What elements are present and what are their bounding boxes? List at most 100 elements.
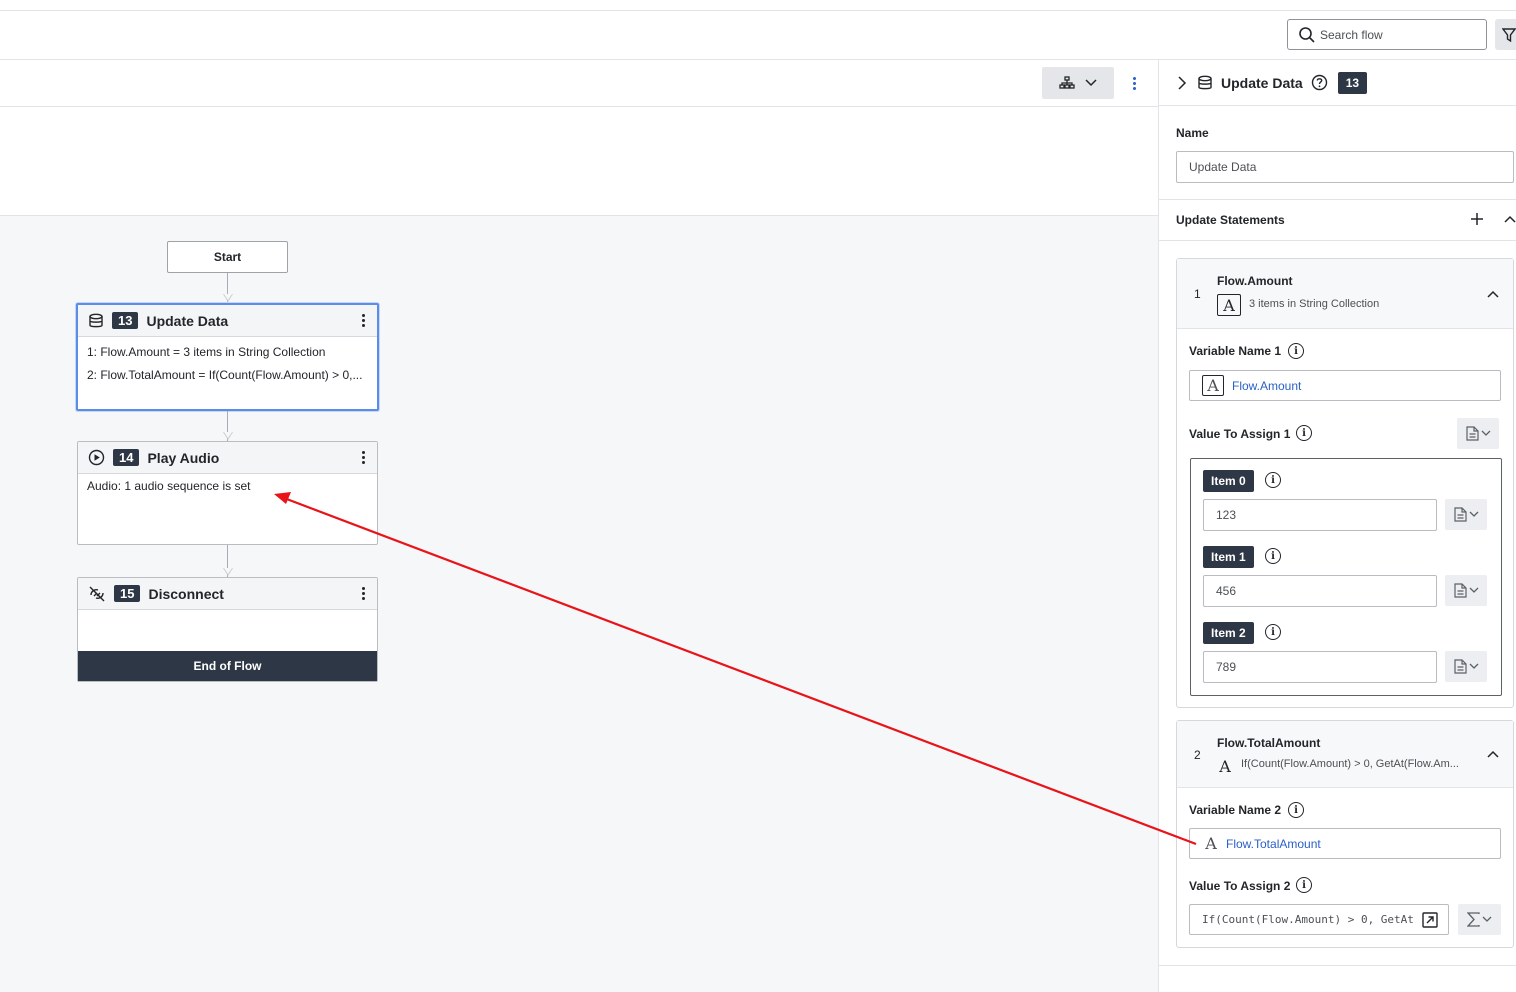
name-label: Name bbox=[1176, 126, 1209, 140]
layout-button[interactable] bbox=[1042, 67, 1114, 99]
node-menu-icon[interactable] bbox=[362, 314, 365, 327]
expression-value: If(Count(Flow.Amount) > 0, GetAt( bbox=[1202, 913, 1416, 926]
info-icon[interactable]: i bbox=[1288, 802, 1304, 818]
search-icon bbox=[1299, 26, 1315, 43]
panel-title: Update Data bbox=[1221, 74, 1303, 91]
statement-name: Flow.Amount bbox=[1217, 274, 1293, 288]
connector-arrow bbox=[223, 568, 233, 576]
node-number: 13 bbox=[112, 312, 139, 329]
document-icon bbox=[1453, 583, 1467, 598]
chevron-up-icon[interactable] bbox=[1487, 750, 1499, 758]
variable-name-label: Variable Name 2 bbox=[1189, 803, 1282, 817]
item-value-input[interactable]: 456 bbox=[1203, 575, 1437, 607]
string-type-icon: A bbox=[1202, 375, 1224, 396]
node-title: Play Audio bbox=[147, 449, 220, 466]
search-input[interactable]: Search flow bbox=[1287, 19, 1487, 50]
help-icon[interactable] bbox=[1311, 74, 1328, 91]
variable-name-input[interactable]: A Flow.TotalAmount bbox=[1189, 828, 1501, 859]
canvas-toolbar bbox=[0, 60, 1158, 107]
name-input[interactable]: Update Data bbox=[1176, 151, 1514, 183]
value-to-assign-label: Value To Assign 1 bbox=[1189, 427, 1291, 441]
divider bbox=[1159, 199, 1516, 200]
document-icon bbox=[1465, 426, 1479, 441]
node-title: Update Data bbox=[146, 312, 229, 329]
value-to-assign-label: Value To Assign 2 bbox=[1189, 879, 1291, 893]
panel-node-number: 13 bbox=[1337, 71, 1368, 94]
filter-icon bbox=[1502, 27, 1516, 42]
statement-header[interactable]: 2 Flow.TotalAmount A If(Count(Flow.Amoun… bbox=[1177, 721, 1513, 788]
item-value-input[interactable]: 123 bbox=[1203, 499, 1437, 531]
node-header: 13 Update Data bbox=[78, 305, 377, 337]
divider bbox=[1159, 965, 1516, 966]
info-icon[interactable]: i bbox=[1265, 624, 1281, 640]
node-detail-line: 2: Flow.TotalAmount = If(Count(Flow.Amou… bbox=[87, 368, 363, 382]
panel-header: Update Data 13 bbox=[1159, 60, 1516, 106]
variable-name-input[interactable]: A Flow.Amount bbox=[1189, 370, 1501, 401]
database-icon bbox=[1198, 75, 1212, 89]
statement-summary: If(Count(Flow.Amount) > 0, GetAt(Flow.Am… bbox=[1241, 758, 1459, 770]
chevron-down-icon bbox=[1482, 916, 1492, 922]
node-detail-line: 1: Flow.Amount = 3 items in String Colle… bbox=[87, 345, 326, 359]
expression-type-button[interactable] bbox=[1458, 904, 1501, 935]
collection-items-box: Item 0 i 123 Item 1 i 456 Item 2 i 789 bbox=[1190, 458, 1502, 696]
info-icon[interactable]: i bbox=[1296, 425, 1312, 441]
item-value-input[interactable]: 789 bbox=[1203, 651, 1437, 683]
chevron-down-icon bbox=[1469, 663, 1478, 669]
more-options-icon[interactable] bbox=[1127, 71, 1141, 95]
node-menu-icon[interactable] bbox=[362, 587, 365, 600]
update-statement-card: 2 Flow.TotalAmount A If(Count(Flow.Amoun… bbox=[1176, 720, 1514, 948]
search-bar: Search flow bbox=[0, 11, 1516, 60]
node-detail-line: Audio: 1 audio sequence is set bbox=[87, 479, 251, 493]
chevron-up-icon[interactable] bbox=[1504, 215, 1516, 223]
end-of-flow-label: End of Flow bbox=[193, 659, 262, 673]
info-icon[interactable]: i bbox=[1265, 548, 1281, 564]
item-value: 789 bbox=[1216, 660, 1237, 674]
sigma-icon bbox=[1467, 912, 1480, 927]
info-icon[interactable]: i bbox=[1296, 877, 1312, 893]
item-badge: Item 2 bbox=[1203, 622, 1254, 644]
item-badge: Item 1 bbox=[1203, 546, 1254, 568]
node-header: 14 Play Audio bbox=[78, 442, 377, 474]
item-type-button[interactable] bbox=[1445, 575, 1487, 606]
node-title: Disconnect bbox=[148, 585, 224, 602]
chevron-down-icon bbox=[1481, 430, 1490, 436]
statement-index: 2 bbox=[1194, 748, 1201, 762]
node-number: 15 bbox=[114, 585, 141, 602]
expand-editor-icon[interactable] bbox=[1422, 911, 1438, 928]
item-type-button[interactable] bbox=[1445, 651, 1487, 682]
item-type-button[interactable] bbox=[1445, 499, 1487, 530]
connector-arrow bbox=[223, 432, 233, 440]
filter-button[interactable] bbox=[1495, 19, 1516, 50]
node-menu-icon[interactable] bbox=[362, 451, 365, 464]
string-type-icon: A bbox=[1217, 294, 1241, 316]
statement-summary: 3 items in String Collection bbox=[1249, 298, 1380, 310]
variable-name-value: Flow.TotalAmount bbox=[1226, 836, 1321, 851]
chevron-up-icon[interactable] bbox=[1487, 290, 1499, 298]
start-node[interactable]: Start bbox=[167, 241, 288, 273]
start-label: Start bbox=[213, 250, 242, 264]
statement-header[interactable]: 1 Flow.Amount A 3 items in String Collec… bbox=[1177, 259, 1513, 329]
item-badge: Item 0 bbox=[1203, 470, 1254, 492]
update-statements-label: Update Statements bbox=[1176, 213, 1285, 227]
chevron-down-icon bbox=[1469, 587, 1478, 593]
chevron-down-icon bbox=[1469, 511, 1478, 517]
item-value: 456 bbox=[1216, 584, 1237, 598]
string-type-icon: A bbox=[1205, 834, 1217, 853]
hierarchy-icon bbox=[1059, 76, 1075, 89]
flow-node-disconnect[interactable]: 15 Disconnect End of Flow bbox=[77, 577, 378, 682]
statement-index: 1 bbox=[1194, 287, 1201, 301]
properties-panel: Update Data 13 Name Update Data Update S… bbox=[1158, 60, 1516, 992]
expression-input[interactable]: If(Count(Flow.Amount) > 0, GetAt( bbox=[1189, 904, 1449, 935]
name-input-value: Update Data bbox=[1189, 160, 1257, 174]
add-icon[interactable] bbox=[1470, 212, 1484, 226]
update-statement-card: 1 Flow.Amount A 3 items in String Collec… bbox=[1176, 258, 1514, 708]
flow-node-play-audio[interactable]: 14 Play Audio Audio: 1 audio sequence is… bbox=[77, 441, 378, 545]
database-icon bbox=[89, 313, 103, 327]
info-icon[interactable]: i bbox=[1265, 472, 1281, 488]
value-type-button[interactable] bbox=[1457, 418, 1499, 449]
search-placeholder: Search flow bbox=[1320, 27, 1383, 42]
item-value: 123 bbox=[1216, 508, 1237, 522]
flow-node-update-data[interactable]: 13 Update Data 1: Flow.Amount = 3 items … bbox=[76, 303, 379, 411]
chevron-right-icon[interactable] bbox=[1177, 75, 1187, 90]
info-icon[interactable]: i bbox=[1288, 343, 1304, 359]
